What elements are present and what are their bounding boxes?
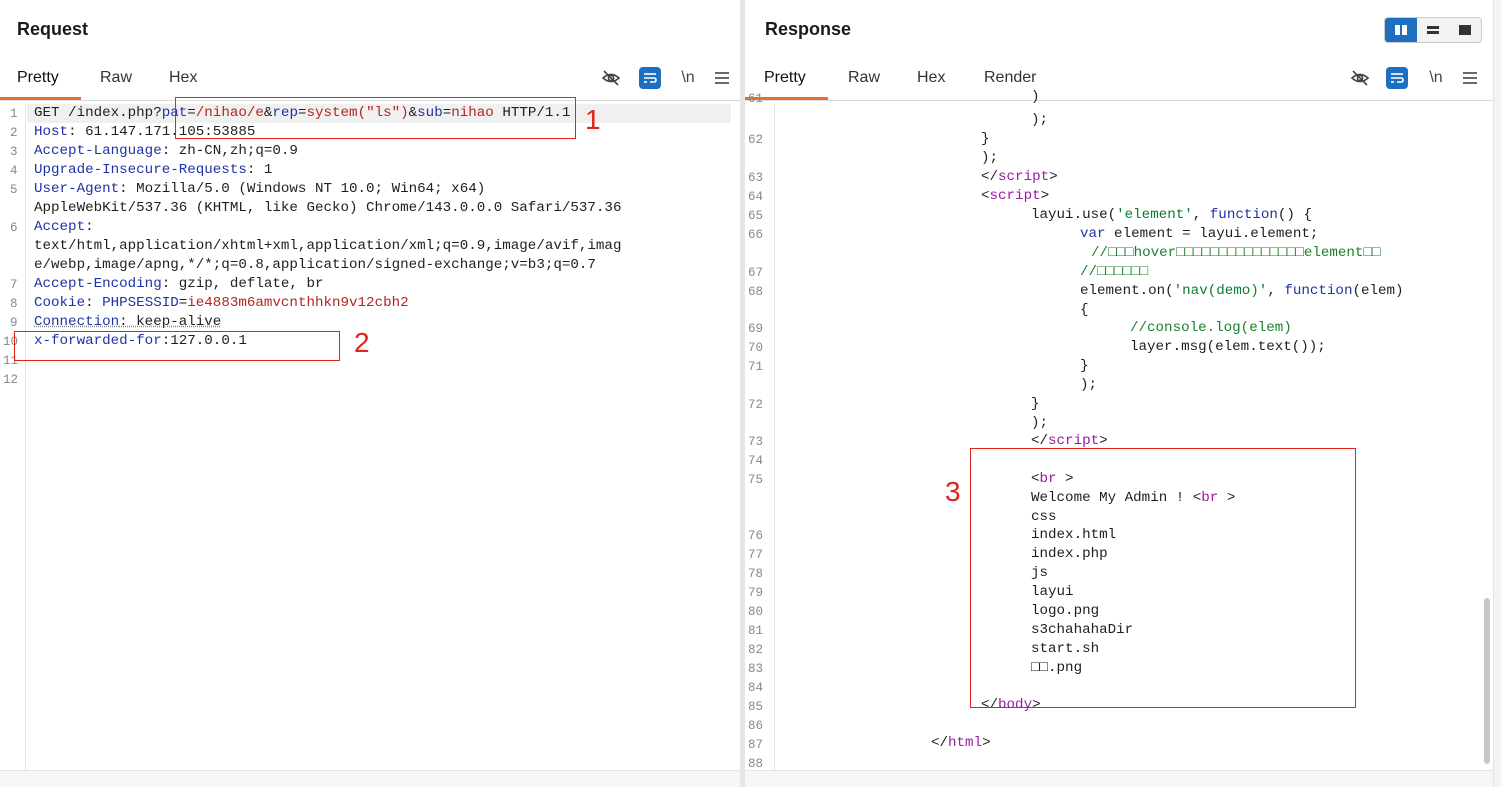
split-view-icon[interactable] [1385,18,1417,42]
stacked-view-icon[interactable] [1417,18,1449,42]
annotation-box-1 [175,97,576,139]
annotation-box-2 [14,331,340,361]
wrap-lines-icon[interactable] [1386,67,1408,89]
response-tabs: Pretty Raw Hex Render [745,62,1493,101]
newline-icon[interactable]: \n [1425,67,1447,89]
header-cookie: Cookie: PHPSESSID=ie4883m6amvcnthhkn9v12… [34,295,409,311]
menu-icon[interactable] [711,67,733,89]
header-user-agent: User-Agent: Mozilla/5.0 (Windows NT 10.0… [34,181,486,197]
header-upgrade: Upgrade-Insecure-Requests: 1 [34,162,273,178]
menu-icon[interactable] [1459,67,1481,89]
tab-hex[interactable]: Hex [913,68,949,100]
request-gutter [0,104,26,771]
request-title: Request [17,19,89,39]
tab-raw[interactable]: Raw [844,68,884,100]
response-bottom-bar [745,770,1493,787]
annotation-label-2: 2 [354,327,370,358]
tab-pretty[interactable]: Pretty [745,68,828,100]
request-bottom-bar [0,770,740,787]
header-accept-encoding: Accept-Encoding: gzip, deflate, br [34,276,324,292]
single-view-icon[interactable] [1449,18,1481,42]
header-connection: Connection: keep-alive [34,314,222,330]
wrap-lines-icon[interactable] [639,67,661,89]
request-tabs: Pretty Raw Hex [0,62,740,101]
response-panel: Response Pretty Raw Hex Render \n 61 62 … [745,0,1493,787]
layout-toggle [1384,17,1482,43]
response-title: Response [765,19,852,39]
request-panel: Request Pretty Raw Hex \n 1 2 3 4 5 6 7 … [0,0,740,787]
tab-hex[interactable]: Hex [165,68,201,100]
eye-off-icon[interactable] [1349,67,1371,89]
tab-raw[interactable]: Raw [96,68,136,100]
newline-icon[interactable]: \n [677,67,699,89]
tab-pretty[interactable]: Pretty [0,68,81,100]
header-accept-language: Accept-Language: zh-CN,zh;q=0.9 [34,143,298,159]
eye-off-icon[interactable] [600,67,622,89]
header-accept: Accept: [34,219,94,235]
annotation-label-3: 3 [945,476,961,507]
annotation-box-3 [970,448,1356,708]
request-editor[interactable]: 1 2 3 4 5 6 7 8 9 10 11 12 GET /index.ph… [0,104,740,771]
annotation-label-1: 1 [585,104,601,135]
right-scroll-track [1493,0,1501,787]
response-scrollbar[interactable] [1484,598,1490,764]
